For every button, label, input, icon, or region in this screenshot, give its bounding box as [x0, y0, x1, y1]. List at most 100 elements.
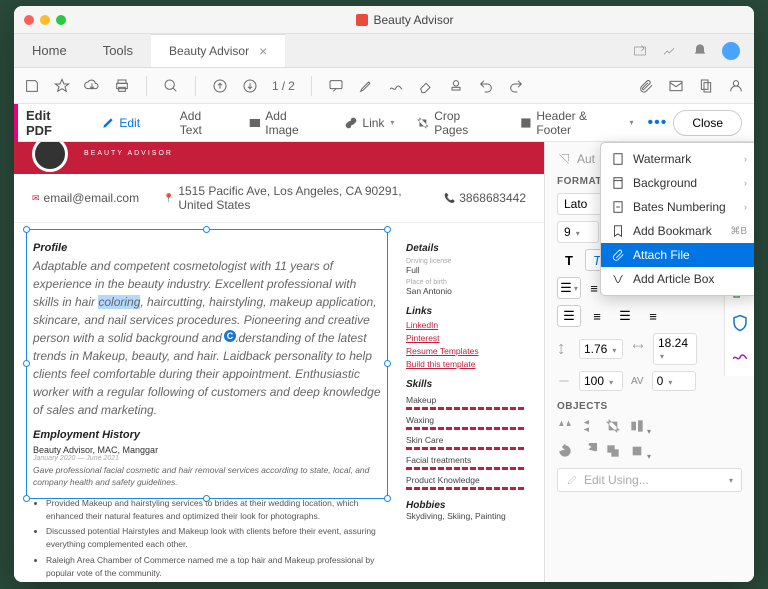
bell-icon[interactable] — [692, 43, 708, 59]
edit-toolbar: Edit PDF Edit Add Text Add Image Link▾ C… — [14, 104, 754, 142]
list-item: Discussed potential Hairstyles and Makeu… — [46, 525, 382, 551]
dropdown-bookmark[interactable]: Add Bookmark⌘B — [601, 219, 754, 243]
user-avatar[interactable] — [722, 42, 740, 60]
bullet-list-button[interactable]: ☰▾ — [557, 277, 581, 299]
highlight-icon[interactable] — [358, 78, 374, 94]
stamp-icon[interactable] — [448, 78, 464, 94]
char-width-input[interactable]: 18.24 ▾ — [653, 333, 697, 365]
contact-row: ✉email@email.com 📍1515 Pacific Ave, Los … — [14, 174, 544, 223]
link-pinterest[interactable]: Pinterest — [406, 333, 526, 343]
edit-using-select[interactable]: Edit Using... ▾ — [557, 468, 742, 492]
char-width-icon — [631, 342, 645, 356]
details-heading: Details — [406, 243, 526, 254]
skill-item: Makeup — [406, 395, 526, 405]
more-icon[interactable]: ••• — [648, 114, 668, 132]
rotate-cw-button[interactable] — [581, 443, 597, 462]
rotate-ccw-button[interactable] — [557, 443, 573, 462]
tracking-icon — [557, 374, 571, 388]
pages-icon[interactable] — [698, 78, 714, 94]
dropdown-attach-file[interactable]: Attach File — [601, 243, 754, 267]
close-tab-icon[interactable]: × — [259, 43, 267, 59]
list-item: Provided Makeup and hairstyling services… — [46, 497, 382, 523]
link-templates[interactable]: Resume Templates — [406, 346, 526, 356]
save-icon[interactable] — [24, 78, 40, 94]
cloud-upload-icon[interactable] — [84, 78, 100, 94]
pob-label: Place of birth — [406, 279, 526, 286]
flip-h-button[interactable] — [557, 418, 573, 437]
next-page-icon[interactable] — [242, 78, 258, 94]
hobbies-value: Skydiving, Skiing, Painting — [406, 511, 526, 521]
kerning-icon: AV — [631, 376, 644, 387]
tracking-input[interactable]: 100 ▾ — [579, 371, 623, 391]
prev-page-icon[interactable] — [212, 78, 228, 94]
fill-sign-tool-icon[interactable] — [731, 346, 749, 364]
hobbies-heading: Hobbies — [406, 500, 526, 511]
skill-item: Waxing — [406, 415, 526, 425]
employment-heading: Employment History — [33, 429, 381, 441]
draw-icon[interactable] — [388, 78, 404, 94]
header-footer-button[interactable]: Header & Footer▾ — [511, 105, 642, 141]
link-build[interactable]: Build this template — [406, 359, 526, 369]
profile-text[interactable]: Adaptable and competent cosmetologist wi… — [33, 257, 381, 419]
job1-desc: Gave professional facial cosmetic and ha… — [33, 465, 381, 489]
collab-cursor-icon: C — [222, 328, 238, 344]
zoom-icon[interactable] — [163, 78, 179, 94]
email-icon: ✉ — [32, 193, 40, 204]
zoom-window[interactable] — [56, 15, 66, 25]
dropdown-article-box[interactable]: Add Article Box — [601, 267, 754, 291]
align-right-button[interactable]: ☰ — [613, 305, 637, 327]
titlebar: Beauty Advisor — [14, 6, 754, 34]
crop-button[interactable]: Crop Pages — [408, 105, 504, 141]
undo-icon[interactable] — [478, 78, 494, 94]
replace-button[interactable] — [605, 443, 621, 462]
edit-button[interactable]: Edit — [93, 112, 148, 134]
minimize-window[interactable] — [40, 15, 50, 25]
email-value: email@email.com — [44, 191, 140, 205]
protect-tool-icon[interactable] — [731, 314, 749, 332]
flip-v-button[interactable] — [581, 418, 597, 437]
document-viewport[interactable]: BEAUTY ADVISOR ✉email@email.com 📍1515 Pa… — [14, 142, 544, 582]
link-linkedin[interactable]: LinkedIn — [406, 320, 526, 330]
close-window[interactable] — [24, 15, 34, 25]
job1-date: January 2020 — June 2021 — [33, 455, 381, 462]
phone-value: 3868683442 — [459, 191, 526, 205]
align-center-button[interactable]: ≡ — [585, 305, 609, 327]
print-icon[interactable] — [114, 78, 130, 94]
link-button[interactable]: Link▾ — [336, 112, 402, 134]
star-icon[interactable] — [54, 78, 70, 94]
tab-document[interactable]: Beauty Advisor× — [151, 34, 285, 67]
pdf-page: BEAUTY ADVISOR ✉email@email.com 📍1515 Pa… — [14, 142, 544, 582]
dropdown-bates[interactable]: Bates Numbering› — [601, 195, 754, 219]
job1-bullets: Provided Makeup and hairstyling services… — [32, 497, 382, 580]
dropdown-background[interactable]: Background› — [601, 171, 754, 195]
text-selection-box[interactable]: Profile Adaptable and competent cosmetol… — [26, 229, 388, 499]
more-dropdown: Watermark› Background› Bates Numbering› … — [600, 142, 754, 296]
dropdown-watermark[interactable]: Watermark› — [601, 147, 754, 171]
tab-tools[interactable]: Tools — [85, 34, 151, 67]
share-icon[interactable] — [632, 43, 648, 59]
add-image-button[interactable]: Add Image — [240, 105, 331, 141]
tab-home[interactable]: Home — [14, 34, 85, 67]
align-obj-button[interactable]: ▾ — [629, 418, 651, 437]
comment-icon[interactable] — [328, 78, 344, 94]
accent-bar — [14, 104, 18, 142]
bold-button[interactable]: T — [557, 249, 581, 271]
arrange-button[interactable]: ▾ — [629, 443, 651, 462]
add-text-button[interactable]: Add Text — [154, 105, 234, 141]
kerning-input[interactable]: 0 ▾ — [652, 371, 696, 391]
font-size-select[interactable]: 9 ▾ — [557, 221, 599, 243]
close-button[interactable]: Close — [673, 110, 742, 136]
redo-icon[interactable] — [508, 78, 524, 94]
line-height-input[interactable]: 1.76 ▾ — [579, 339, 623, 359]
profile-icon[interactable] — [728, 78, 744, 94]
envelope-icon[interactable] — [668, 78, 684, 94]
window-title: Beauty Advisor — [66, 13, 744, 27]
align-justify-button[interactable]: ≡ — [641, 305, 665, 327]
align-left-button[interactable]: ☰ — [557, 305, 581, 327]
attachment-icon[interactable] — [638, 78, 654, 94]
role-label: BEAUTY ADVISOR — [84, 150, 530, 157]
erase-icon[interactable] — [418, 78, 434, 94]
crop-obj-button[interactable] — [605, 418, 621, 437]
sign-icon[interactable] — [662, 43, 678, 59]
address-value: 1515 Pacific Ave, Los Angeles, CA 90291,… — [178, 184, 420, 212]
